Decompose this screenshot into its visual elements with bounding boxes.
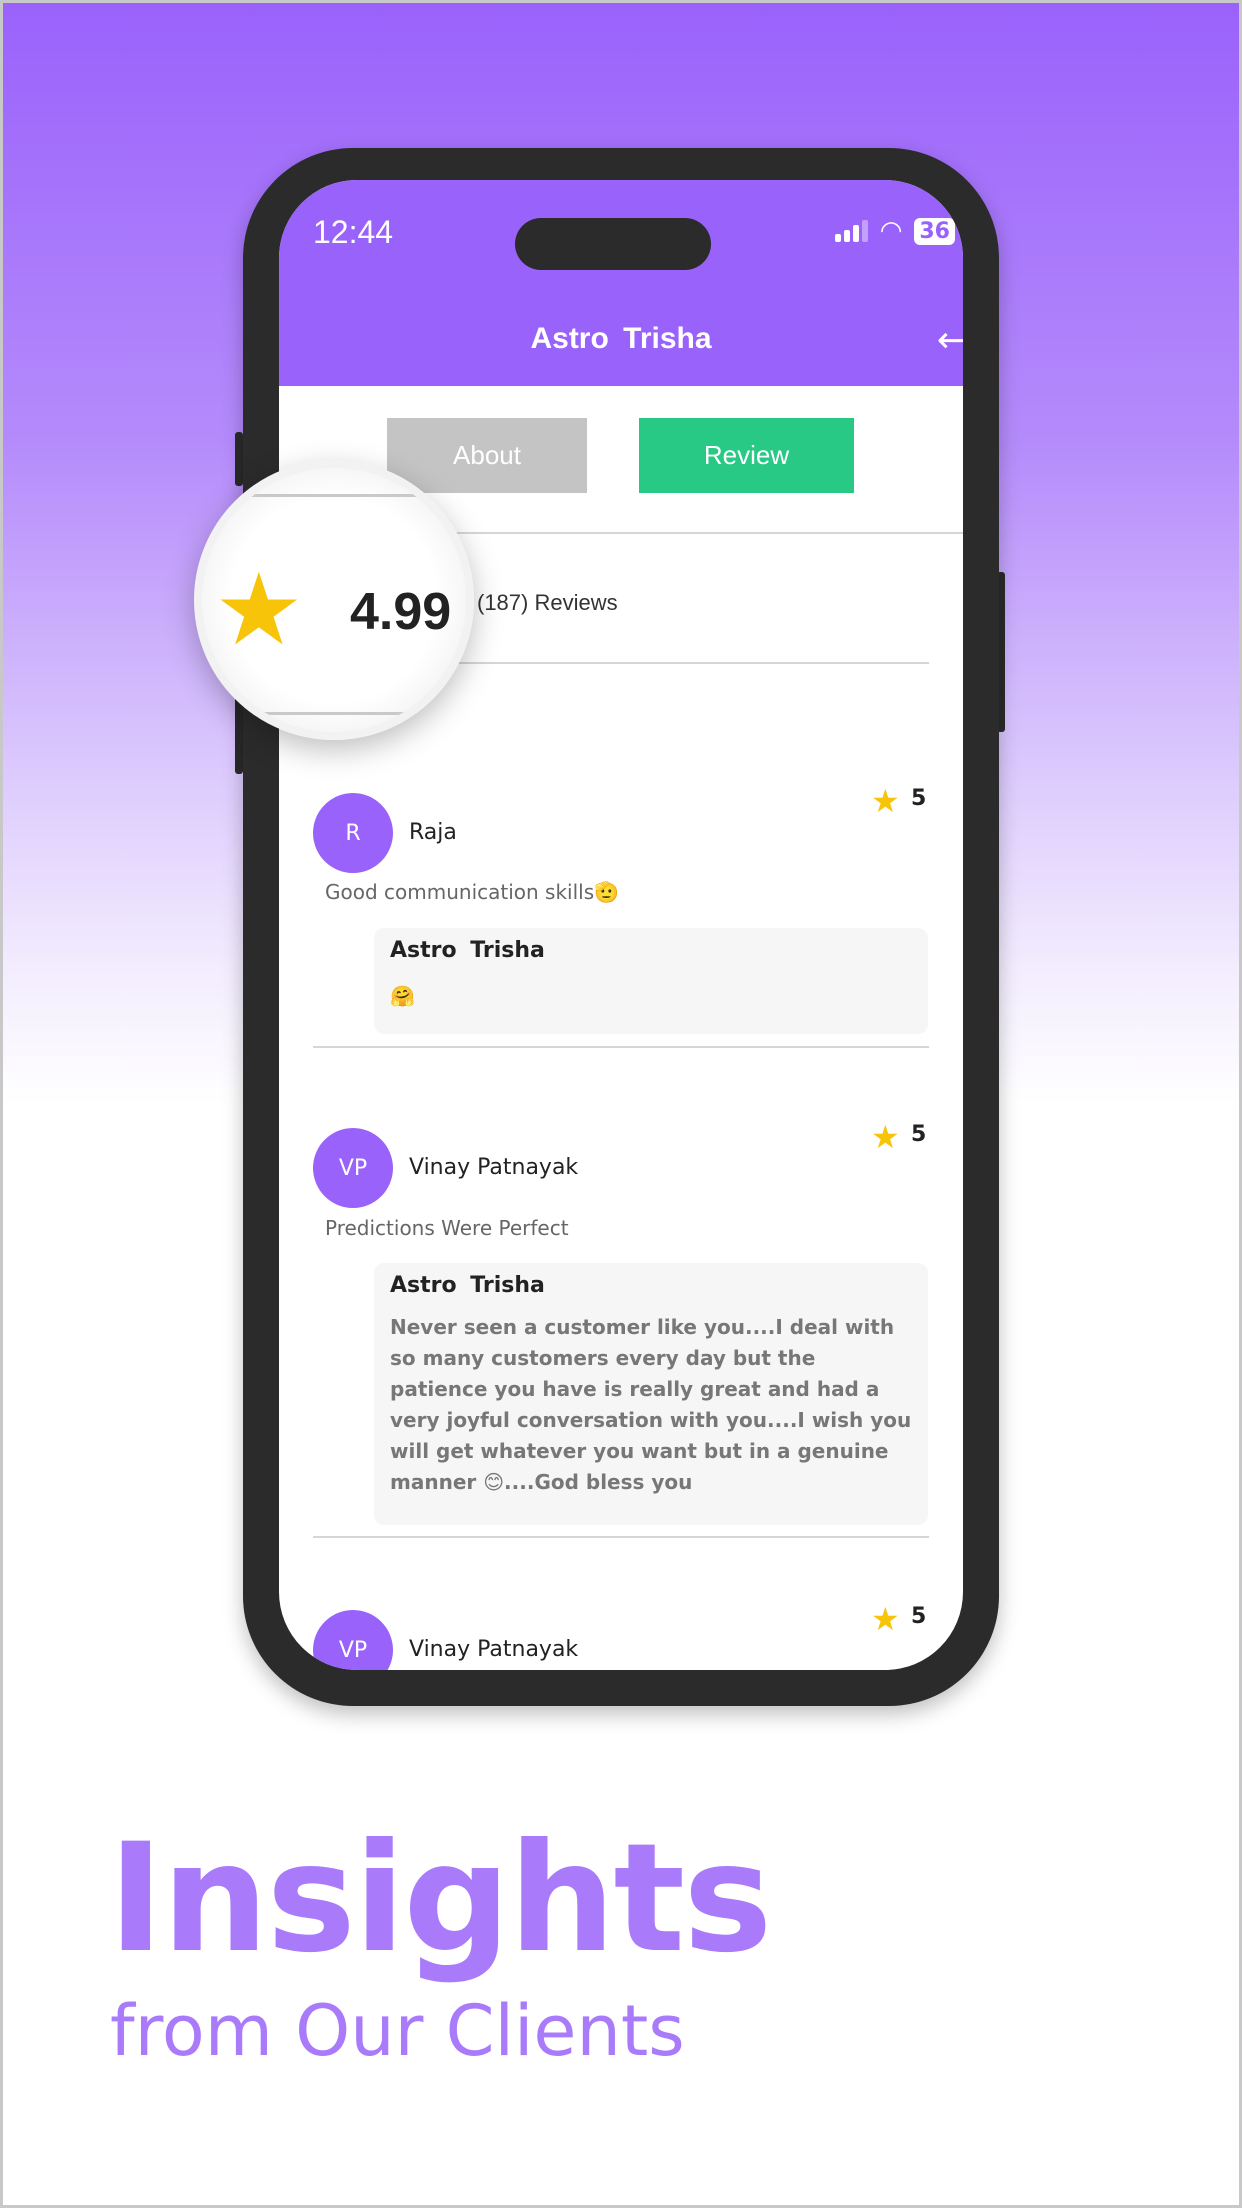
page-title: Astro Trisha bbox=[530, 322, 712, 355]
star-icon: ★ bbox=[871, 1118, 900, 1156]
review-rating: 5 bbox=[911, 786, 927, 811]
avatar: VP bbox=[313, 1128, 393, 1208]
tab-about[interactable]: About bbox=[387, 418, 587, 493]
divider bbox=[399, 662, 929, 664]
review-comment: Good communication skills🫡 bbox=[325, 880, 620, 904]
tab-review[interactable]: Review bbox=[639, 418, 854, 493]
headline: Insights bbox=[108, 1812, 772, 1986]
app-header: 12:44 ◠ 36 Astro Trisha ← bbox=[279, 180, 963, 386]
review-count: (187) Reviews bbox=[477, 590, 618, 615]
wifi-icon: ◠ bbox=[879, 216, 903, 246]
app-screen: 12:44 ◠ 36 Astro Trisha ← About Review (… bbox=[279, 180, 963, 1670]
mute-switch bbox=[235, 432, 243, 486]
reply-box: Astro Trisha 🤗 bbox=[374, 928, 928, 1034]
star-icon: ★ bbox=[871, 1600, 900, 1638]
star-icon: ★ bbox=[214, 551, 304, 668]
star-icon: ★ bbox=[871, 782, 900, 820]
divider bbox=[202, 494, 466, 497]
reviewer-name: Raja bbox=[409, 820, 457, 845]
divider bbox=[313, 1536, 929, 1538]
phone-frame: 12:44 ◠ 36 Astro Trisha ← About Review (… bbox=[243, 148, 999, 1706]
dynamic-island bbox=[515, 218, 711, 270]
average-rating: 4.99 bbox=[350, 583, 452, 641]
status-icons: ◠ 36 bbox=[834, 216, 955, 246]
avatar: R bbox=[313, 793, 393, 873]
back-arrow-icon[interactable]: ← bbox=[937, 320, 963, 361]
battery-icon: 36 bbox=[914, 217, 955, 245]
reply-text: 🤗 bbox=[390, 984, 415, 1008]
review-comment: Predictions Were Perfect bbox=[325, 1216, 569, 1240]
reviewer-name: Vinay Patnayak bbox=[409, 1155, 579, 1180]
subheadline: from Our Clients bbox=[110, 1990, 685, 2072]
reply-author: Astro Trisha bbox=[390, 1273, 545, 1298]
review-rating: 5 bbox=[911, 1122, 927, 1147]
status-time: 12:44 bbox=[313, 214, 394, 250]
divider bbox=[202, 712, 466, 715]
reply-author: Astro Trisha bbox=[390, 938, 545, 963]
avatar: VP bbox=[313, 1610, 393, 1670]
review-rating: 5 bbox=[911, 1604, 927, 1629]
divider bbox=[313, 1046, 929, 1048]
signal-icon bbox=[834, 220, 868, 242]
reviewer-name: Vinay Patnayak bbox=[409, 1637, 579, 1662]
reply-text: Never seen a customer like you....I deal… bbox=[390, 1315, 912, 1494]
rating-magnifier: ★ 4.99 bbox=[194, 460, 474, 740]
reply-box: Astro Trisha Never seen a customer like … bbox=[374, 1263, 928, 1525]
